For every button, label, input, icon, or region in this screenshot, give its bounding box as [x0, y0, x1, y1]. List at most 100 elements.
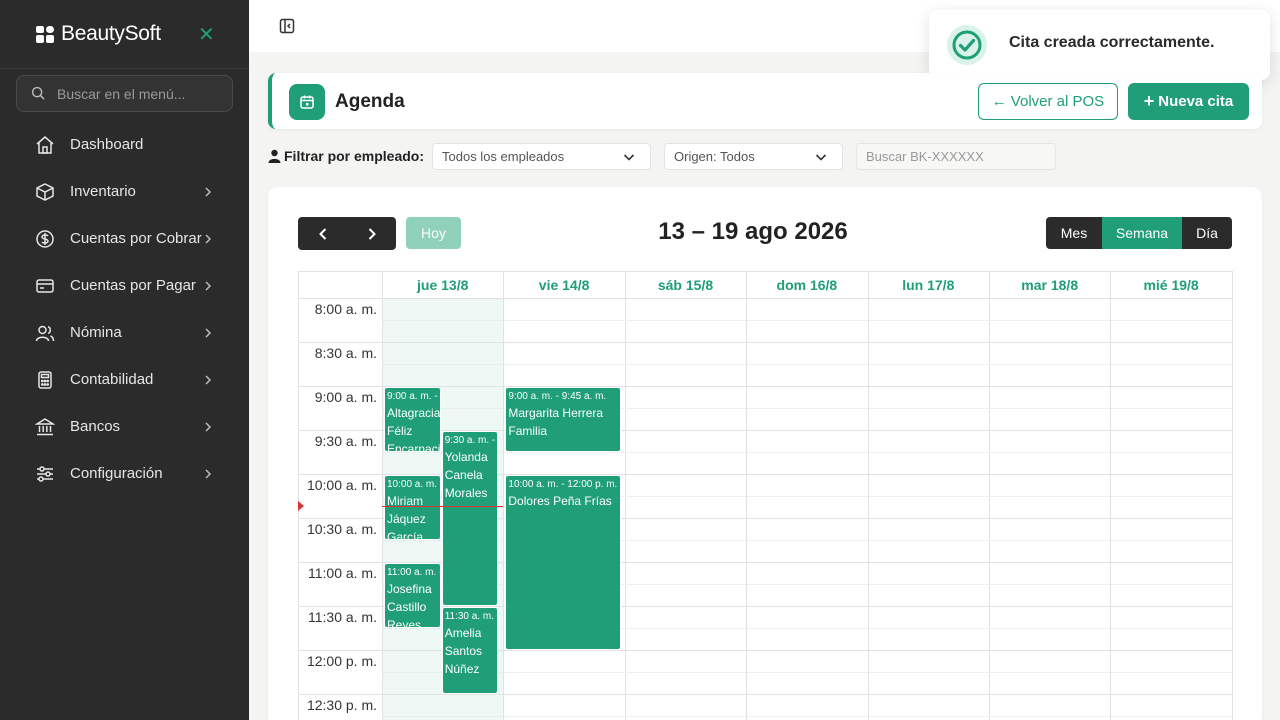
grid-line-vertical	[624, 271, 626, 720]
sidebar-item-configuracion[interactable]: Configuración	[0, 450, 249, 497]
sidebar-item-label: Cuentas por Cobrar	[70, 230, 202, 247]
chevron-right-icon	[368, 227, 376, 240]
sidebar: BeautySoft ✕ Buscar en el menú... Dashbo…	[0, 0, 249, 720]
back-to-pos-label: Volver al POS	[1010, 93, 1105, 110]
week-grid: jue 13/8 vie 14/8 sáb 15/8 dom 16/8 lun 17/8…	[298, 271, 1233, 720]
appointment-time: 11:30 a. m. - 12:30 p. m.	[444, 611, 498, 622]
employee-filter-label: Filtrar por empleado:	[268, 148, 424, 164]
menu-search-input[interactable]: Buscar en el menú...	[16, 75, 233, 112]
day-header[interactable]: vie 14/8	[503, 271, 624, 298]
grid-line	[298, 694, 1232, 695]
sidebar-item-contabilidad[interactable]: Contabilidad	[0, 356, 249, 403]
chevron-right-icon	[205, 374, 212, 385]
time-label: 11:30 a. m.	[307, 609, 377, 625]
grid-line-vertical	[1110, 271, 1112, 720]
view-week-button[interactable]: Semana	[1102, 217, 1182, 249]
day-header[interactable]: mar 18/8	[989, 271, 1110, 298]
sidebar-toggle-icon[interactable]	[279, 18, 295, 34]
appointment-event[interactable]: 10:00 a. m. - 12:00 p. m. Dolores Peña Fr…	[505, 475, 621, 650]
appointment-time: 9:00 a. m. - 9:45 a. m.	[387, 391, 440, 402]
time-label: 8:30 a. m.	[314, 345, 377, 361]
sidebar-item-cuentas-cobrar[interactable]: Cuentas por Cobrar	[0, 215, 249, 262]
grid-line	[298, 298, 1232, 299]
appointment-client-name: Amelia Santos Núñez	[444, 626, 483, 676]
appointment-event[interactable]: 9:30 a. m. - 11:30 a. m. Yolanda Canela M…	[441, 431, 499, 606]
day-header[interactable]: jue 13/8	[382, 271, 503, 298]
appointment-time: 10:00 a. m. - 12:00 p. m.	[508, 479, 618, 490]
appointment-event[interactable]: 9:00 a. m. - 9:45 a. m. Margarita Herrera…	[505, 387, 621, 452]
chevron-right-icon	[205, 280, 212, 291]
day-header[interactable]: mié 19/8	[1110, 271, 1231, 298]
view-day-button[interactable]: Día	[1182, 217, 1232, 249]
sidebar-item-nomina[interactable]: Nómina	[0, 309, 249, 356]
calendar-icon	[289, 84, 325, 120]
home-icon	[36, 135, 54, 154]
origin-select[interactable]: Origen: Todos	[664, 143, 843, 170]
appointment-client-name: Josefina Castillo Reyes	[387, 582, 432, 628]
sidebar-item-label: Dashboard	[70, 136, 144, 153]
user-icon	[268, 149, 281, 163]
users-icon	[35, 325, 55, 341]
today-button[interactable]: Hoy	[406, 217, 461, 249]
day-header[interactable]: lun 17/8	[868, 271, 989, 298]
dollar-circle-icon	[36, 229, 54, 248]
brand-bar: BeautySoft ✕	[0, 0, 249, 69]
page-title: Agenda	[335, 91, 405, 112]
appointment-client-name: Dolores Peña Frías	[508, 494, 612, 508]
calendar-range-title: 13 – 19 ago 2026	[658, 218, 848, 245]
appointment-event[interactable]: 10:00 a. m. - 10:45 a. m. Miriam Jáquez G…	[384, 475, 441, 540]
next-week-button[interactable]	[347, 217, 396, 250]
view-month-button[interactable]: Mes	[1046, 217, 1102, 249]
appointment-event[interactable]: 11:00 a. m. - 11:45 a. m. Josefina Castil…	[384, 563, 441, 628]
brand-logo-icon	[36, 25, 55, 43]
sidebar-item-label: Cuentas por Pagar	[70, 277, 196, 294]
chevron-right-icon	[205, 186, 212, 197]
sliders-icon	[37, 465, 53, 482]
time-label: 8:00 a. m.	[314, 301, 377, 317]
chevron-right-icon	[205, 468, 212, 479]
grid-line-half	[382, 364, 1232, 365]
sidebar-item-inventario[interactable]: Inventario	[0, 168, 249, 215]
appointment-time: 9:30 a. m. - 11:30 a. m.	[444, 435, 498, 446]
grid-line-vertical	[503, 271, 505, 720]
prev-week-button[interactable]	[298, 217, 347, 250]
day-header[interactable]: sáb 15/8	[625, 271, 746, 298]
chevron-left-icon	[318, 227, 326, 240]
sidebar-item-dashboard[interactable]: Dashboard	[0, 121, 249, 168]
appointment-event[interactable]: 9:00 a. m. - 9:45 a. m. Altagracia Féliz …	[384, 387, 441, 452]
toast-message: Cita creada correctamente.	[1009, 34, 1215, 51]
brand-name: BeautySoft	[61, 22, 161, 45]
sidebar-item-bancos[interactable]: Bancos	[0, 403, 249, 450]
appointment-client-name: Altagracia Féliz Encarnación	[387, 406, 441, 452]
time-label: 11:00 a. m.	[307, 565, 377, 581]
time-label: 9:00 a. m.	[314, 389, 377, 405]
time-label: 10:30 a. m.	[306, 521, 377, 537]
chevron-right-icon	[205, 421, 212, 432]
sidebar-item-cuentas-pagar[interactable]: Cuentas por Pagar	[0, 262, 249, 309]
origin-select-value: Origen: Todos	[674, 149, 755, 164]
search-icon	[31, 86, 45, 100]
grid-line-vertical	[1231, 271, 1233, 720]
grid-line-half	[382, 320, 1232, 321]
employee-select[interactable]: Todos los empleados	[432, 143, 651, 170]
calculator-icon	[38, 370, 52, 389]
sidebar-item-label: Bancos	[70, 418, 121, 435]
booking-search-input[interactable]: Buscar BK-XXXXXX	[856, 143, 1056, 170]
view-switcher: Mes Semana Día	[1046, 217, 1232, 249]
grid-line-half	[382, 716, 1232, 717]
calendar-nav	[298, 217, 396, 250]
appointment-time: 10:00 a. m. - 10:45 a. m.	[387, 479, 440, 490]
new-appointment-button[interactable]: + Nueva cita	[1128, 83, 1249, 120]
grid-line-vertical	[989, 271, 990, 720]
close-sidebar-icon[interactable]: ✕	[198, 22, 215, 47]
current-time-marker	[298, 501, 304, 511]
time-label: 10:00 a. m.	[306, 477, 377, 493]
plus-icon: +	[1143, 91, 1155, 111]
grid-line-half	[382, 672, 1232, 673]
bank-icon	[35, 417, 55, 435]
appointment-event[interactable]: 11:30 a. m. - 12:30 p. m. Amelia Santos N…	[441, 607, 499, 694]
time-label: 12:30 p. m.	[306, 697, 377, 713]
credit-card-icon	[36, 278, 54, 293]
day-header[interactable]: dom 16/8	[746, 271, 867, 298]
back-to-pos-button[interactable]: ← Volver al POS	[978, 83, 1118, 120]
